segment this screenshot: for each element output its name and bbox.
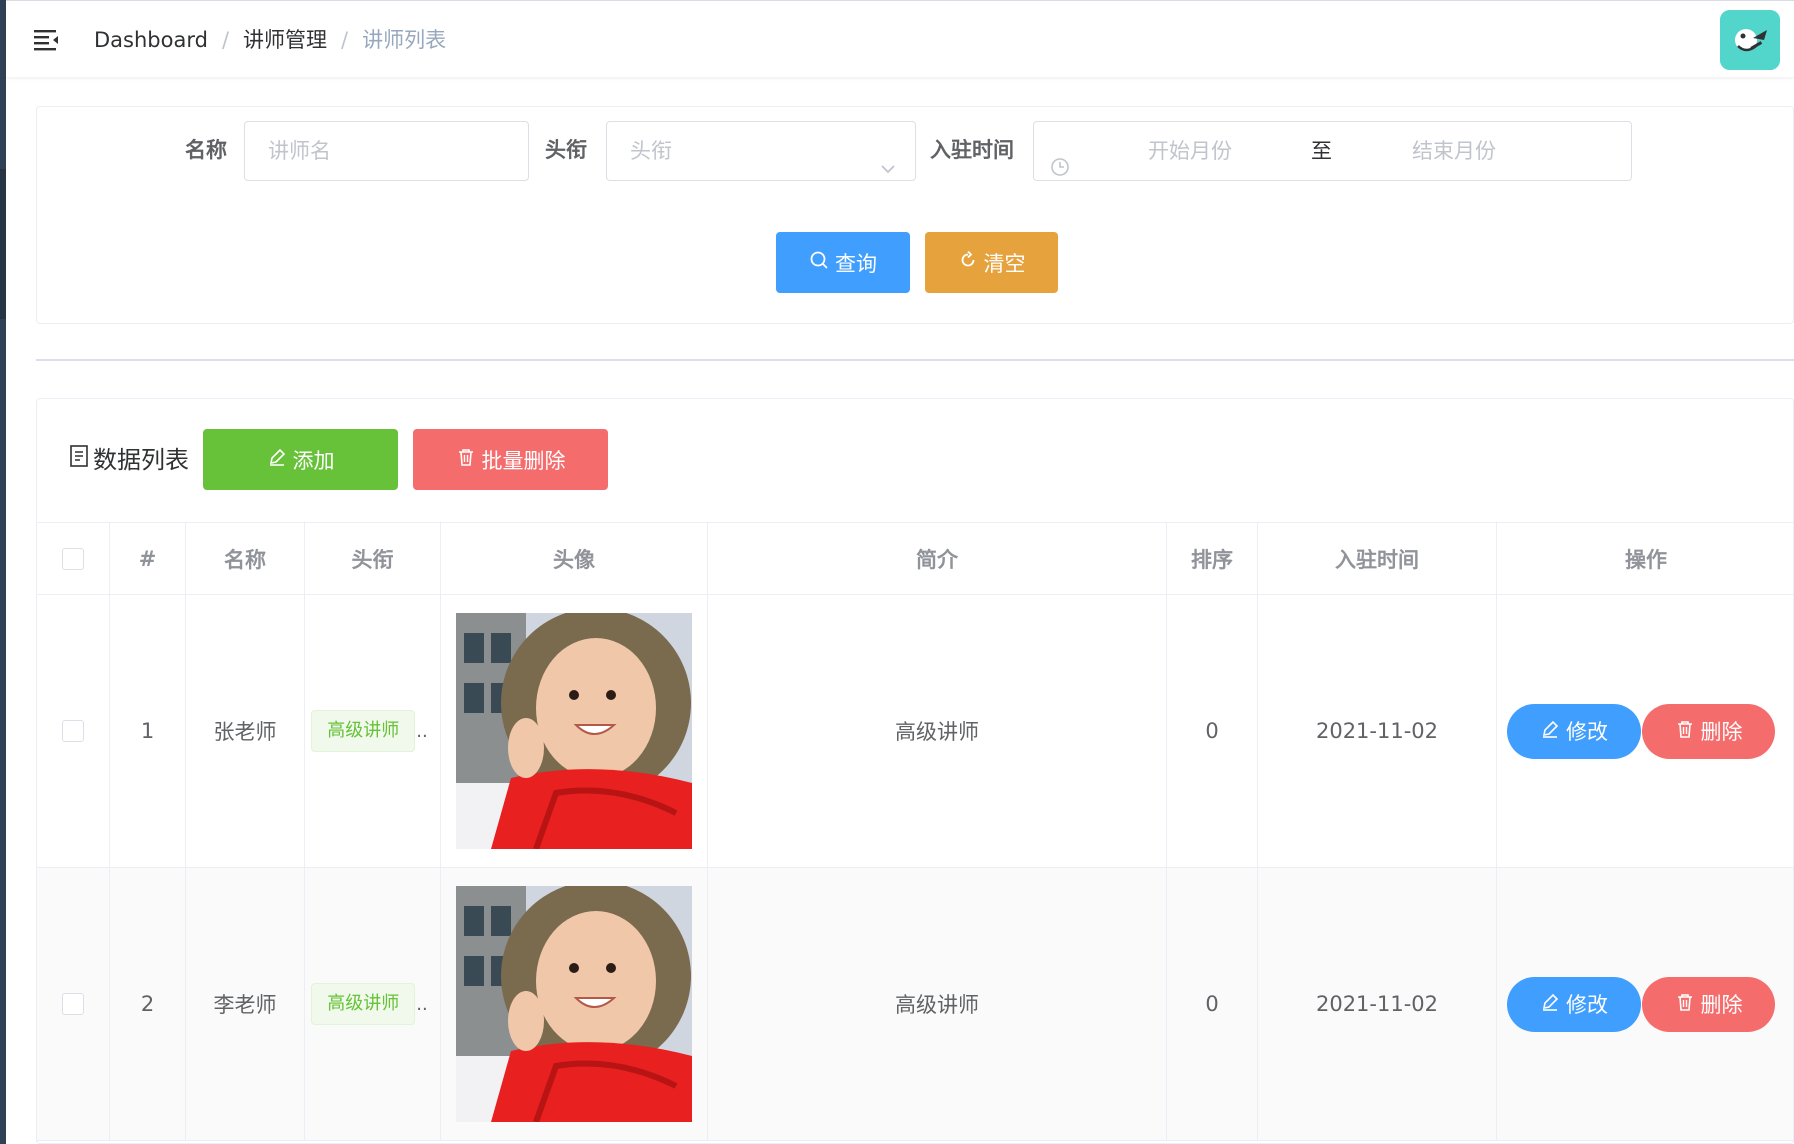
title-placeholder: 头衔 (630, 139, 672, 163)
edit-button-label: 修改 (1566, 993, 1608, 1017)
breadcrumb-teacher-list: 讲师列表 (362, 28, 447, 52)
range-separator: 至 (1311, 139, 1332, 163)
edit-icon (1540, 992, 1560, 1017)
column-header-title: 头衔 (305, 523, 441, 594)
row-checkbox[interactable] (62, 993, 84, 1015)
row-join-time: 2021-11-02 (1258, 595, 1497, 867)
trash-icon (456, 447, 476, 472)
row-select-cell (37, 868, 110, 1140)
teacher-photo (456, 886, 692, 1122)
breadcrumb-teacher-management: 讲师管理 (243, 28, 328, 52)
title-tag: 高级讲师 (311, 983, 416, 1025)
select-all-cell (37, 523, 110, 594)
row-index: 1 (110, 595, 186, 867)
trash-icon (1675, 992, 1695, 1017)
row-title-cell: 高级讲师.. (305, 595, 441, 867)
title-ellipsis: .. (416, 993, 428, 1015)
sidebar-edge (0, 0, 6, 1144)
row-name: 张老师 (186, 595, 305, 867)
edit-icon (1540, 719, 1560, 744)
title-label: 头衔 (545, 138, 587, 162)
clear-button[interactable]: 清空 (925, 232, 1058, 293)
row-actions: 修改 删除 (1497, 868, 1793, 1140)
navbar: Dashboard / 讲师管理 / 讲师列表 (6, 0, 1794, 77)
row-intro: 高级讲师 (708, 595, 1167, 867)
column-header-name: 名称 (186, 523, 305, 594)
join-time-range-picker[interactable]: 开始月份 至 结束月份 (1033, 121, 1632, 181)
query-button[interactable]: 查询 (776, 232, 910, 293)
select-all-checkbox[interactable] (62, 547, 84, 570)
row-title-cell: 高级讲师.. (305, 868, 441, 1140)
name-label: 名称 (185, 138, 227, 162)
delete-button-label: 删除 (1700, 993, 1743, 1017)
row-name: 李老师 (186, 868, 305, 1140)
column-header-index: # (110, 523, 186, 594)
column-header-avatar: 头像 (441, 523, 708, 594)
row-join-time: 2021-11-02 (1258, 868, 1497, 1140)
row-select-cell (37, 595, 110, 867)
edit-button[interactable]: 修改 (1507, 976, 1641, 1032)
row-index: 2 (110, 868, 186, 1140)
list-title-text: 数据列表 (93, 445, 189, 474)
delete-button-label: 删除 (1700, 720, 1743, 744)
column-header-join-time: 入驻时间 (1258, 523, 1497, 594)
trash-icon (1675, 719, 1695, 744)
divider (36, 359, 1794, 361)
add-button-label: 添加 (292, 448, 335, 473)
column-header-sort: 排序 (1167, 523, 1258, 594)
add-button[interactable]: 添加 (203, 429, 398, 490)
row-avatar-cell (441, 868, 708, 1140)
row-sort: 0 (1167, 595, 1258, 867)
teacher-name-placeholder: 讲师名 (268, 139, 331, 163)
row-intro: 高级讲师 (708, 868, 1167, 1140)
delete-button[interactable]: 删除 (1642, 703, 1775, 759)
clear-button-label: 清空 (983, 251, 1026, 276)
batch-delete-button-label: 批量删除 (481, 448, 566, 473)
table-header-row: # 名称 头衔 头像 简介 排序 入驻时间 操作 (37, 522, 1793, 595)
query-button-label: 查询 (835, 251, 877, 276)
title-tag: 高级讲师 (311, 710, 416, 752)
edit-button[interactable]: 修改 (1507, 703, 1641, 759)
table-row: 1 张老师 高级讲师.. 高级讲师 0 2021-11-02 修改 删除 (37, 595, 1793, 868)
teacher-name-input[interactable]: 讲师名 (244, 121, 529, 181)
column-header-actions: 操作 (1625, 547, 1667, 572)
breadcrumb-separator: / (221, 28, 230, 52)
avatar[interactable] (1720, 10, 1780, 70)
column-header-intro: 简介 (708, 523, 1167, 594)
title-select[interactable]: 头衔 (606, 121, 916, 181)
delete-button[interactable]: 删除 (1642, 976, 1775, 1032)
row-checkbox[interactable] (62, 720, 84, 742)
row-actions: 修改 删除 (1497, 595, 1793, 867)
row-avatar-cell (441, 595, 708, 867)
document-icon (69, 444, 91, 475)
list-title: 数据列表 (69, 444, 189, 475)
breadcrumb-separator: / (341, 28, 349, 52)
table-row: 2 李老师 高级讲师.. 高级讲师 0 2021-11-02 修改 删除 (37, 868, 1793, 1141)
search-form-card: 名称 讲师名 头衔 头衔 入驻时间 开始月份 至 结束月份 查询 清空 (36, 106, 1794, 324)
join-time-label: 入驻时间 (930, 138, 1014, 162)
chevron-down-icon (879, 142, 897, 200)
end-month-placeholder[interactable]: 结束月份 (1412, 122, 1496, 180)
row-sort: 0 (1167, 868, 1258, 1140)
breadcrumb: Dashboard / 讲师管理 / 讲师列表 (94, 25, 446, 55)
edit-icon (267, 447, 287, 472)
search-icon (809, 250, 829, 275)
batch-delete-button[interactable]: 批量删除 (413, 429, 608, 490)
hamburger-icon[interactable] (32, 25, 62, 55)
clock-icon (1050, 141, 1070, 199)
start-month-placeholder[interactable]: 开始月份 (1148, 122, 1232, 180)
edit-button-label: 修改 (1566, 720, 1608, 744)
breadcrumb-dashboard[interactable]: Dashboard (94, 25, 208, 55)
data-list-card: 数据列表 添加 批量删除 # 名称 头衔 头像 简介 排序 入驻时间 操作 1 (36, 398, 1794, 1144)
refresh-icon (958, 250, 978, 275)
title-ellipsis: .. (416, 720, 428, 742)
teacher-photo (456, 613, 692, 849)
